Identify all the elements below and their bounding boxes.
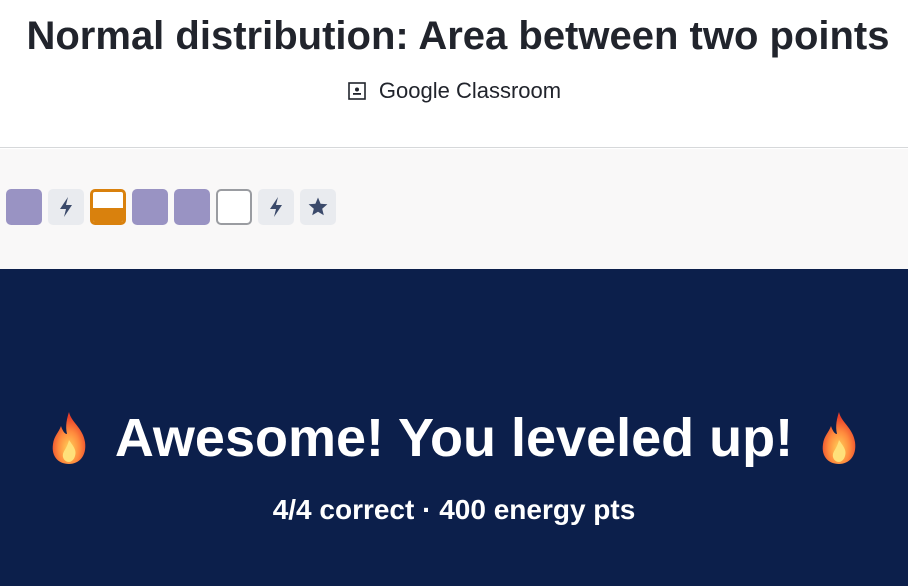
skill-square-1[interactable] <box>6 189 42 225</box>
banner-summary: 4/4 correct · 400 energy pts <box>272 494 636 525</box>
google-classroom-icon <box>348 82 366 100</box>
skill-square-3[interactable] <box>90 189 126 225</box>
lightning-icon <box>60 197 72 217</box>
skill-square-8[interactable] <box>300 189 336 225</box>
header: Normal distribution: Area between two po… <box>0 0 908 148</box>
flame-icon <box>52 412 86 464</box>
banner-title: Awesome! You leveled up! <box>0 407 908 469</box>
skill-square-6[interactable] <box>216 189 252 225</box>
skill-square-7[interactable] <box>258 189 294 225</box>
flame-icon <box>822 412 856 464</box>
banner-title-text: Awesome! You leveled up! <box>114 408 794 468</box>
google-classroom-button[interactable]: Google Classroom <box>0 78 908 104</box>
skill-list <box>6 189 336 225</box>
page-title: Normal distribution: Area between two po… <box>26 14 890 58</box>
skill-progress-strip <box>0 149 908 269</box>
google-classroom-label: Google Classroom <box>378 78 562 103</box>
star-icon <box>308 197 328 216</box>
level-up-banner: Awesome! You leveled up! 4/4 correct · 4… <box>0 269 908 586</box>
skill-square-4[interactable] <box>132 189 168 225</box>
lightning-icon <box>270 197 282 217</box>
skill-square-5[interactable] <box>174 189 210 225</box>
skill-square-2[interactable] <box>48 189 84 225</box>
